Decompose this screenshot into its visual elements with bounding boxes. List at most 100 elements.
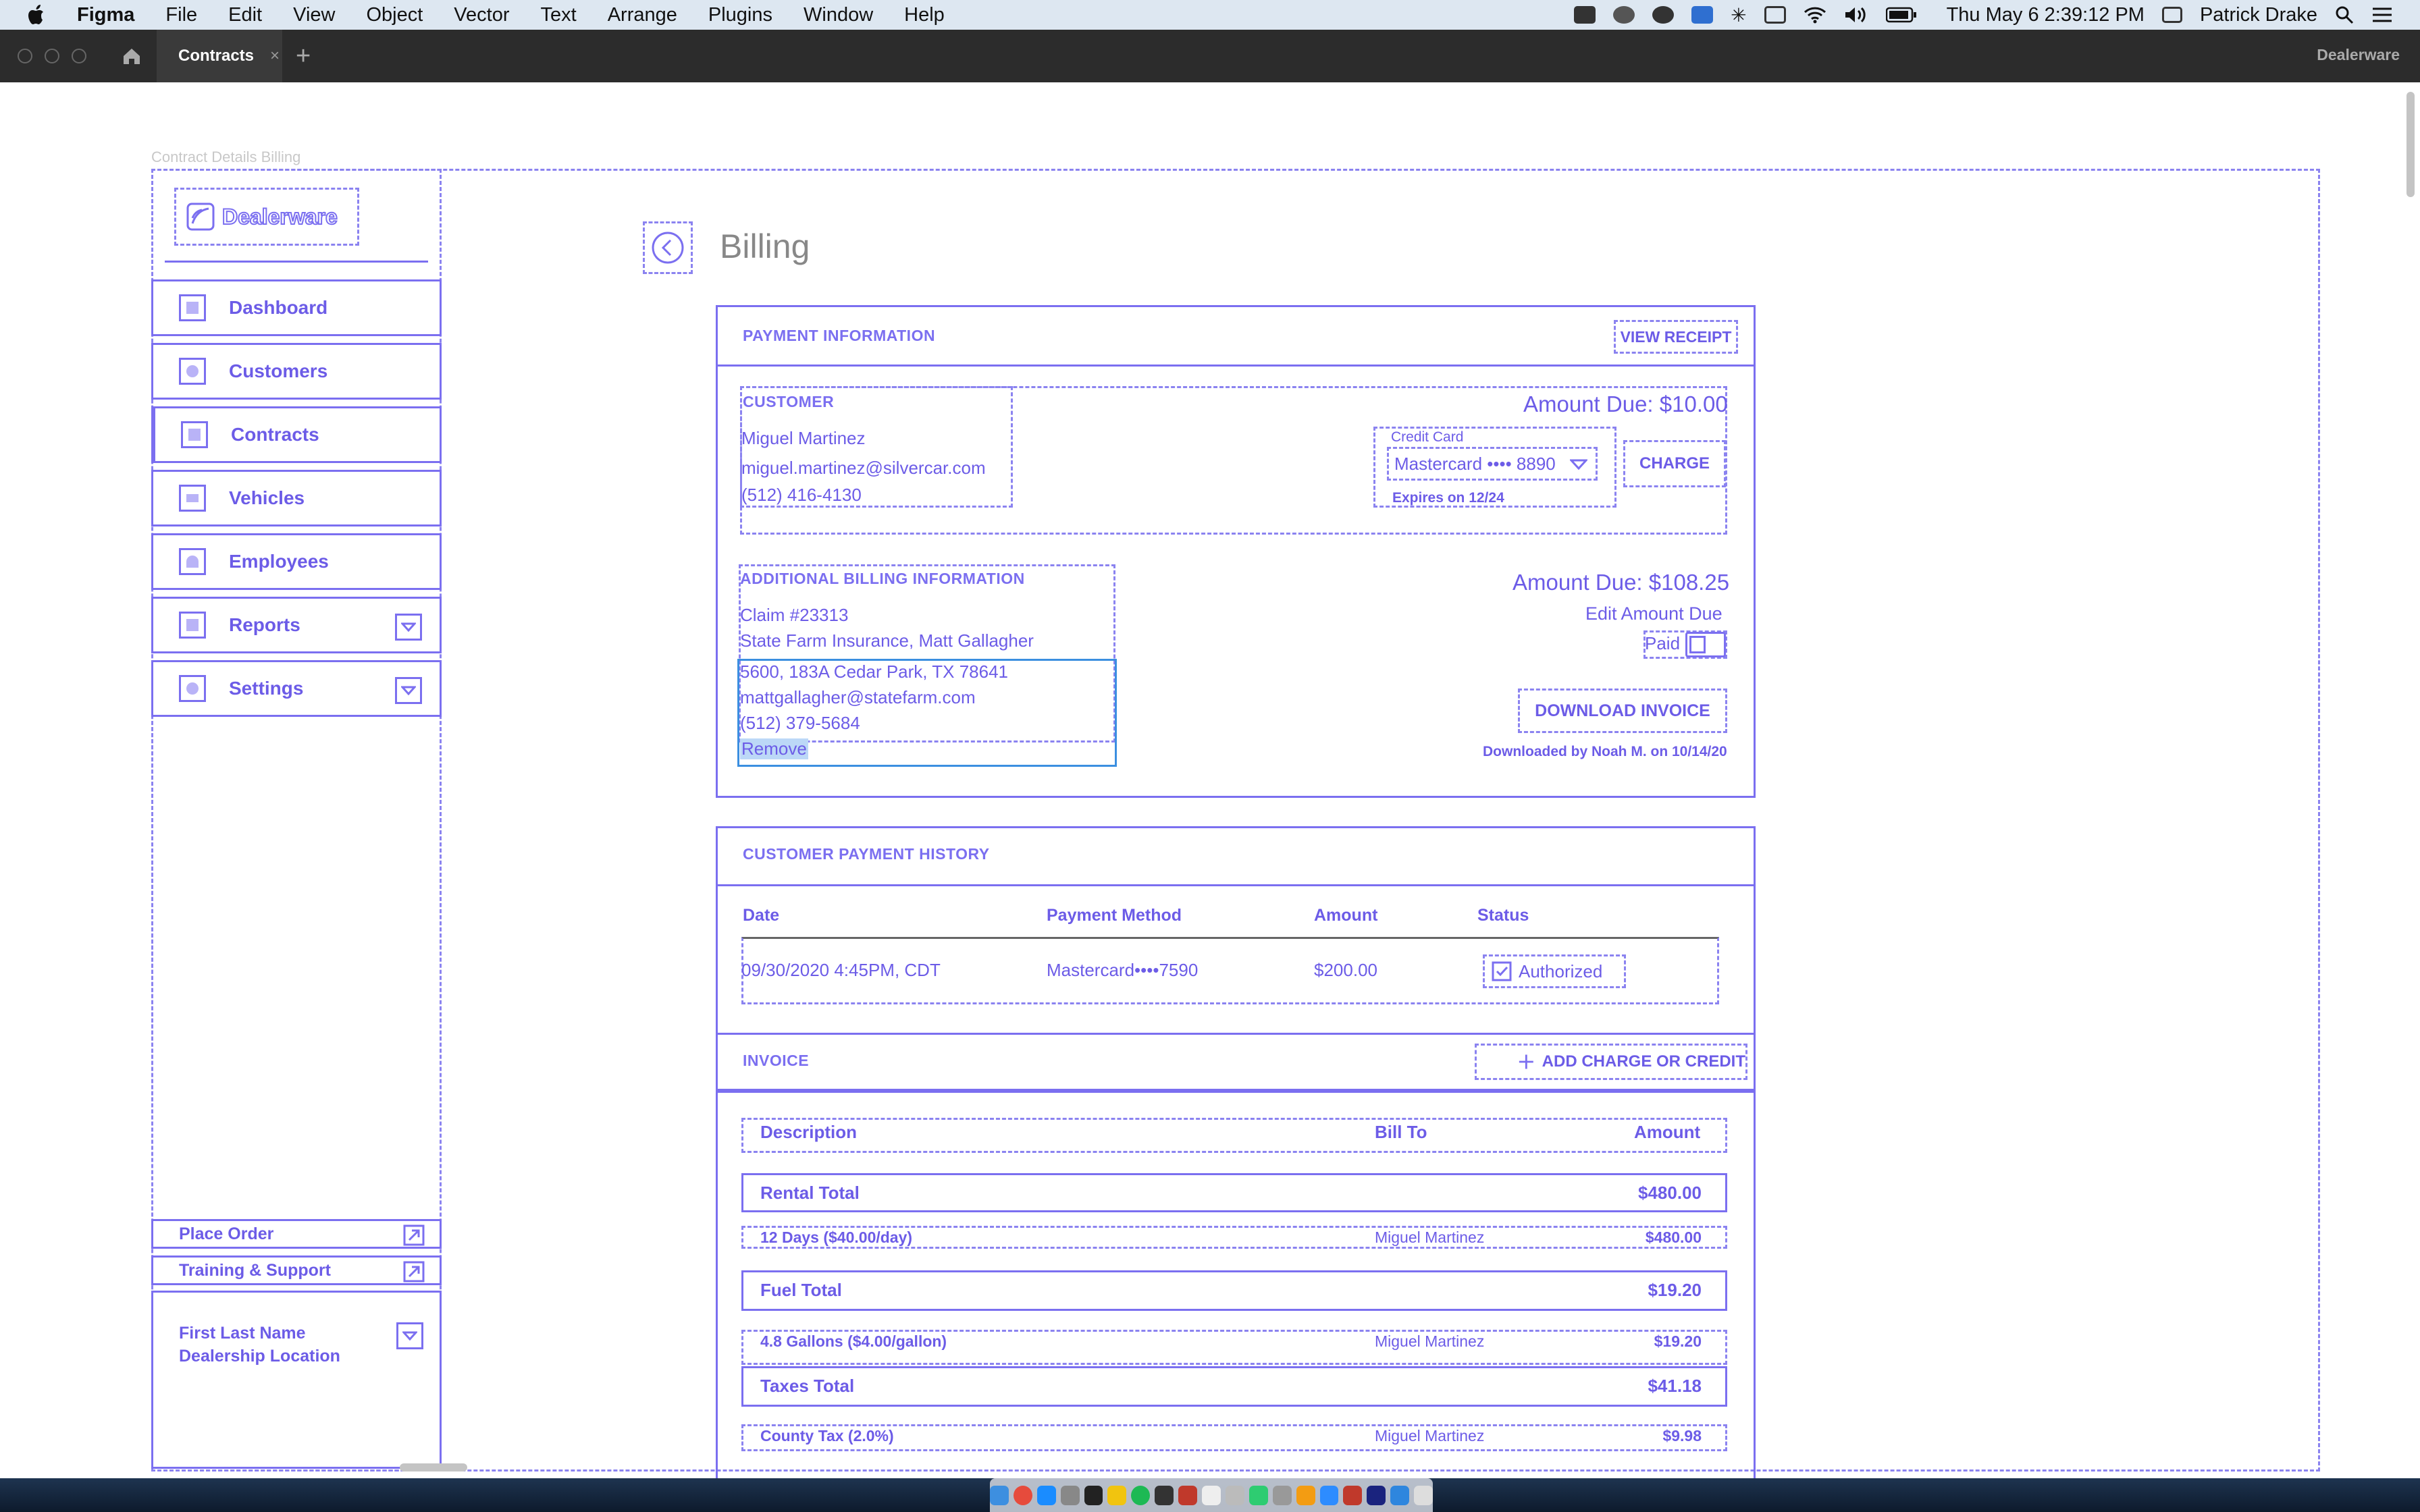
sidebar-item-label: Vehicles [229,487,305,508]
menu-arrange[interactable]: Arrange [608,4,677,26]
insurer: State Farm Insurance, Matt Gallagher [740,630,1034,651]
credit-card-select[interactable]: Mastercard •••• 8890 [1387,447,1598,481]
tab-contracts[interactable]: Contracts × [157,30,282,82]
menu-app-name[interactable]: Figma [77,4,134,26]
remove-link[interactable]: Remove [740,738,808,759]
paid-toggle[interactable] [1685,632,1726,657]
new-tab-button[interactable]: + [296,42,311,71]
design-canvas[interactable]: Contract Details Billing Dealerware Dash… [0,82,2420,1478]
bluetooth-icon[interactable]: ✳ [1731,4,1746,26]
add-charge-button[interactable]: ADD CHARGE OR CREDIT [1475,1044,1747,1080]
sketch-icon[interactable] [1296,1485,1315,1505]
notes-icon[interactable] [1107,1485,1127,1505]
invoice-total-row[interactable] [741,1366,1727,1407]
customer-name[interactable]: Miguel Martinez [741,428,866,449]
sidebar-item-vehicles[interactable]: Vehicles [151,470,442,526]
menu-view[interactable]: View [293,4,335,26]
zoom-icon[interactable] [1319,1485,1339,1505]
frame-label[interactable]: Contract Details Billing [151,148,300,166]
charge-button[interactable]: CHARGE [1623,440,1726,487]
invoice-header-row [741,1118,1727,1153]
dealerware-logo-icon [186,202,215,231]
creative-cloud-icon[interactable] [1652,6,1675,24]
spotify-icon[interactable] [1131,1485,1151,1505]
window-close-control[interactable] [18,49,32,63]
menu-window[interactable]: Window [804,4,873,26]
menu-help[interactable]: Help [904,4,945,26]
window-minimize-control[interactable] [45,49,59,63]
volume-icon[interactable] [1844,6,1868,24]
menu-vector[interactable]: Vector [454,4,509,26]
battery-icon[interactable] [1885,7,1917,23]
invoice-card [716,1033,1756,1478]
invoice-total-row[interactable] [741,1173,1727,1212]
billing-address[interactable]: 5600, 183A Cedar Park, TX 78641 [740,662,1008,682]
customer-phone[interactable]: (512) 416-4130 [741,485,862,506]
trash-icon[interactable] [1414,1485,1433,1505]
airplay-icon[interactable] [1764,6,1786,24]
team-name[interactable]: Dealerware [2317,46,2400,64]
download-invoice-button[interactable]: DOWNLOAD INVOICE [1518,688,1727,733]
menu-edit[interactable]: Edit [228,4,262,26]
downloads-folder-icon[interactable] [1390,1485,1410,1505]
preview-icon[interactable] [1225,1485,1244,1505]
vertical-scrollbar[interactable] [2406,92,2415,197]
sidebar-item-customers[interactable]: Customers [151,343,442,400]
menu-clock[interactable]: Thu May 6 2:39:12 PM [1947,4,2145,26]
customer-label: CUSTOMER [743,393,835,410]
billing-email[interactable]: mattgallagher@statefarm.com [740,687,976,708]
chevron-left-icon [652,232,684,264]
customer-email[interactable]: miguel.martinez@silvercar.com [741,458,986,479]
spotlight-search-icon[interactable] [2335,5,2354,24]
invoice-total-row[interactable] [741,1270,1727,1311]
photoshop-icon[interactable] [1367,1485,1386,1505]
sidebar-item-dashboard[interactable]: Dashboard [151,279,442,336]
app-store-icon[interactable] [1036,1485,1056,1505]
account-panel[interactable]: First Last Name Dealership Location [151,1291,442,1469]
apple-icon[interactable] [27,4,46,26]
logo-wordmark: Dealerware [221,204,338,230]
dropbox-icon[interactable] [1613,6,1635,24]
figma-icon[interactable] [1084,1485,1103,1505]
finder-icon[interactable] [990,1485,1009,1505]
training-support-link[interactable]: Training & Support [151,1256,442,1285]
notification-center-icon[interactable] [2371,6,2393,24]
invoice-col-description: Description [760,1122,858,1142]
menu-user[interactable]: Patrick Drake [2200,4,2317,26]
chevron-down-icon[interactable] [395,614,422,641]
sidebar-item-contracts[interactable]: Contracts [151,406,442,463]
edit-amount-due-link[interactable]: Edit Amount Due [1585,603,1722,624]
horizontal-scrollbar[interactable] [400,1463,467,1472]
chevron-down-icon[interactable] [396,1322,423,1349]
sidebar-item-reports[interactable]: Reports [151,597,442,653]
calendar-icon[interactable] [1202,1485,1221,1505]
screen-recorder-icon[interactable] [1574,6,1596,24]
terminal-icon[interactable] [1155,1485,1174,1505]
acrobat-icon[interactable] [1343,1485,1363,1505]
display-icon[interactable] [2161,7,2182,23]
place-order-link[interactable]: Place Order [151,1219,442,1249]
menu-file[interactable]: File [165,4,197,26]
back-button[interactable] [643,221,693,274]
chevron-down-icon[interactable] [395,677,422,704]
pdf-app-icon[interactable] [1178,1485,1198,1505]
vehicles-icon [179,485,206,512]
sidebar-item-settings[interactable]: Settings [151,660,442,717]
utility-icon[interactable] [1272,1485,1292,1505]
menu-object[interactable]: Object [366,4,423,26]
view-receipt-button[interactable]: VIEW RECEIPT [1614,320,1738,354]
billing-phone[interactable]: (512) 379-5684 [740,713,860,734]
tab-close-icon[interactable]: × [270,47,280,65]
wifi-icon[interactable] [1804,6,1826,24]
system-preferences-icon[interactable] [1060,1485,1080,1505]
messages-icon[interactable] [1248,1485,1268,1505]
menu-text[interactable]: Text [541,4,577,26]
window-zoom-control[interactable] [72,49,86,63]
check-icon [1492,961,1512,981]
sidebar-item-employees[interactable]: Employees [151,533,442,590]
home-icon[interactable] [122,46,142,66]
account-name: First Last Name [179,1324,306,1343]
menu-plugins[interactable]: Plugins [708,4,772,26]
chrome-icon[interactable] [1013,1485,1032,1505]
vpn-icon[interactable] [1691,6,1714,24]
